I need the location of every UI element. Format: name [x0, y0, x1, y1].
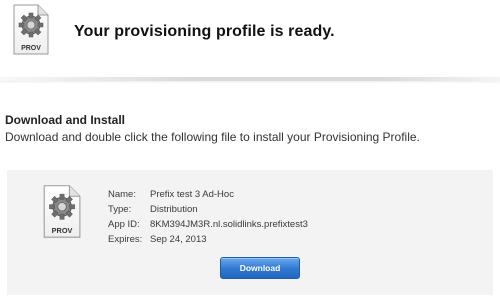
detail-value: Prefix test 3 Ad-Hoc — [150, 189, 234, 200]
detail-value: Distribution — [150, 204, 198, 215]
file-type-label: PROV — [21, 45, 41, 52]
detail-label: Name: — [108, 189, 136, 200]
detail-label: App ID: — [108, 219, 140, 230]
page-title: Your provisioning profile is ready. — [74, 23, 335, 40]
profile-panel: PROV Name: Prefix test 3 Ad-Hoc Type: Di… — [7, 170, 493, 295]
detail-row-name: Name: Prefix test 3 Ad-Hoc — [108, 187, 308, 202]
detail-row-expires: Expires: Sep 24, 2013 — [108, 232, 308, 247]
detail-row-app-id: App ID: 8KM394JM3R.nl.solidlinks.prefixt… — [108, 217, 308, 232]
provisioning-file-icon: PROV — [10, 4, 50, 56]
header-divider — [0, 77, 500, 81]
detail-value: 8KM394JM3R.nl.solidlinks.prefixtest3 — [150, 219, 308, 230]
download-button[interactable]: Download — [220, 257, 300, 279]
detail-row-type: Type: Distribution — [108, 202, 308, 217]
detail-label: Type: — [108, 204, 132, 215]
detail-value: Sep 24, 2013 — [150, 234, 207, 245]
header: PROV Your provisioning profile is ready. — [0, 0, 500, 78]
provisioning-file-icon: PROV — [40, 184, 82, 240]
profile-details: Name: Prefix test 3 Ad-Hoc Type: Distrib… — [108, 187, 308, 247]
section-title: Download and Install — [5, 113, 126, 127]
detail-label: Expires: — [108, 234, 143, 245]
file-type-label: PROV — [52, 226, 73, 235]
section-description: Download and double click the following … — [5, 130, 420, 144]
